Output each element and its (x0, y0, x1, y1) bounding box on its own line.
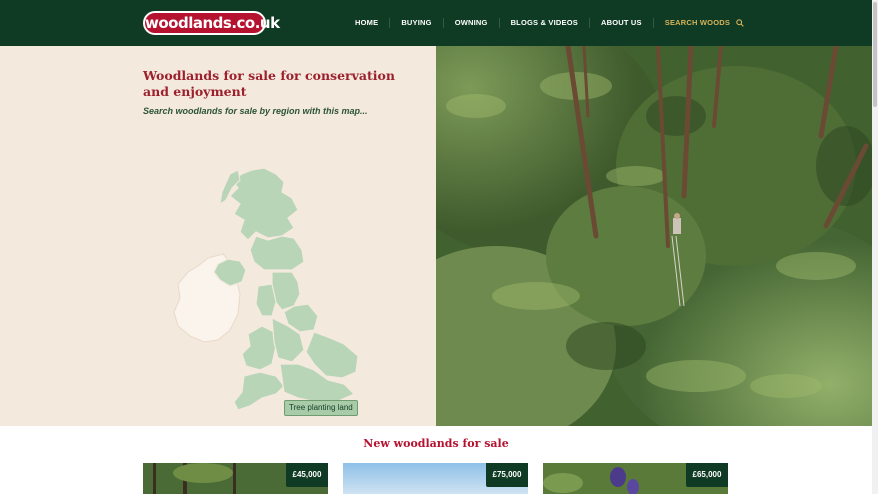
page-scrollbar[interactable] (872, 0, 878, 494)
forest-photo (436, 46, 872, 426)
nav-search-woods[interactable]: SEARCH WOODS (652, 18, 755, 28)
listing-card[interactable]: £75,000 (343, 463, 528, 494)
scrollbar-thumb[interactable] (873, 2, 877, 107)
site-header: woodlands.co.uk HOME BUYING OWNING BLOGS… (0, 0, 872, 46)
nav-about-us[interactable]: ABOUT US (588, 18, 653, 28)
search-icon (736, 19, 744, 27)
map-wales[interactable] (241, 325, 277, 371)
listing-card[interactable]: £45,000 (143, 463, 328, 494)
listing-price: £45,000 (286, 463, 328, 487)
listing-card[interactable]: £65,000 (543, 463, 728, 494)
map-north-west[interactable] (255, 283, 277, 317)
nav-buying[interactable]: BUYING (389, 18, 442, 28)
hero-title: Woodlands for sale for conservation and … (143, 68, 395, 99)
map-north-england[interactable] (271, 271, 301, 311)
new-woodlands-heading: New woodlands for sale (363, 437, 509, 450)
nav-search-label: SEARCH WOODS (664, 18, 731, 27)
hero-map-panel: Woodlands for sale for conservation and … (0, 46, 436, 426)
tree-planting-land-button[interactable]: Tree planting land (284, 400, 358, 416)
map-southern-scotland[interactable] (249, 235, 305, 271)
listing-price: £65,000 (686, 463, 728, 487)
nav-blogs-videos[interactable]: BLOGS & VIDEOS (498, 18, 589, 28)
hero-forest-image (436, 46, 872, 426)
listing-price: £75,000 (486, 463, 528, 487)
hero-subtitle: Search woodlands for sale by region with… (143, 106, 368, 116)
map-south-west[interactable] (233, 371, 285, 411)
site-logo[interactable]: woodlands.co.uk (143, 11, 280, 35)
nav-home[interactable]: HOME (344, 18, 389, 28)
nav-owning[interactable]: OWNING (442, 18, 499, 28)
main-nav: HOME BUYING OWNING BLOGS & VIDEOS ABOUT … (344, 0, 755, 46)
uk-region-map (173, 167, 359, 411)
